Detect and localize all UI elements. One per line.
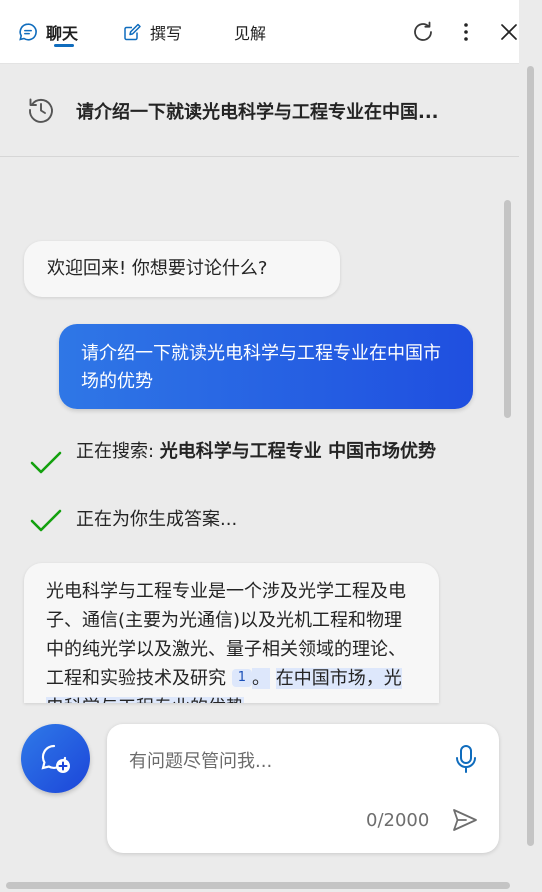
citation-badge[interactable]: 1 <box>231 669 253 687</box>
tab-chat-label: 聊天 <box>46 24 79 43</box>
more-options-icon <box>464 23 468 41</box>
refresh-icon <box>414 21 432 41</box>
status-generating-text: 正在为你生成答案... <box>76 509 238 530</box>
conversation-history-header[interactable]: 请介绍一下就读光电科学与工程专业在中国... <box>0 65 519 157</box>
close-icon <box>501 24 517 40</box>
tab-insights-label: 见解 <box>234 24 267 43</box>
chat-bubble-icon <box>19 23 37 41</box>
searching-query: 光电科学与工程专业 中国市场优势 <box>159 441 437 462</box>
new-topic-button[interactable] <box>21 724 90 793</box>
chat-scrollbar-thumb[interactable] <box>504 200 511 418</box>
microphone-icon[interactable] <box>453 744 479 774</box>
more-options-button[interactable] <box>452 18 480 46</box>
top-tab-bar: 聊天 撰写 见解 <box>0 0 542 64</box>
answer-end-punct: 。 <box>252 668 271 689</box>
tab-insights[interactable]: 见解 <box>234 18 266 46</box>
history-icon <box>29 98 53 123</box>
send-icon[interactable] <box>451 806 479 834</box>
page-scrollbar[interactable] <box>527 66 534 846</box>
new-chat-icon <box>40 744 70 773</box>
status-searching: 正在搜索: 光电科学与工程专业 中国市场优势 <box>30 437 470 479</box>
tab-compose-label: 撰写 <box>150 24 183 43</box>
welcome-message: 欢迎回来! 你想要讨论什么? <box>24 241 340 297</box>
tab-chat[interactable]: 聊天 <box>18 18 78 46</box>
status-generating: 正在为你生成答案... <box>30 505 470 537</box>
checkmark-icon <box>30 509 62 532</box>
checkmark-icon <box>30 451 62 474</box>
user-message: 请介绍一下就读光电科学与工程专业在中国市场的优势 <box>59 324 473 409</box>
character-counter: 0/2000 <box>366 810 430 831</box>
active-tab-indicator <box>54 44 74 47</box>
message-composer: 0/2000 <box>107 724 499 853</box>
searching-prefix: 正在搜索: <box>76 441 160 462</box>
message-input[interactable] <box>129 746 429 776</box>
horizontal-scrollbar[interactable] <box>6 882 510 889</box>
compose-icon <box>124 23 141 41</box>
history-title: 请介绍一下就读光电科学与工程专业在中国... <box>76 102 439 123</box>
refresh-button[interactable] <box>409 18 437 46</box>
status-searching-text: 正在搜索: 光电科学与工程专业 中国市场优势 <box>76 437 436 466</box>
tab-compose[interactable]: 撰写 <box>122 18 182 46</box>
answer-message: 光电科学与工程专业是一个涉及光学工程及电子、通信(主要为光通信)以及光机工程和物… <box>24 563 439 703</box>
